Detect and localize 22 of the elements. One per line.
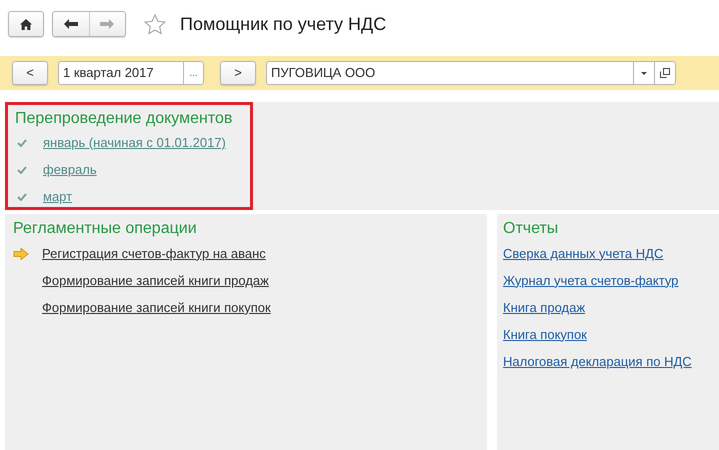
report-link[interactable]: Книга покупок xyxy=(503,324,587,344)
section-title: Отчеты xyxy=(503,219,560,239)
section-title: Регламентные операции xyxy=(13,219,198,239)
previous-period-button[interactable]: < xyxy=(12,61,48,85)
month-link[interactable]: февраль xyxy=(43,160,97,180)
operation-link[interactable]: Формирование записей книги покупок xyxy=(42,298,271,318)
section-title: Перепроведение документов xyxy=(15,109,234,129)
report-link[interactable]: Сверка данных учета НДС xyxy=(503,244,664,264)
operation-link[interactable]: Формирование записей книги продаж xyxy=(42,270,269,290)
window-title: Помощник по учету НДС xyxy=(180,12,386,36)
forward-arrow-icon xyxy=(100,19,114,29)
home-button[interactable] xyxy=(8,11,44,37)
operation-link[interactable]: Регистрация счетов-фактур на аванс xyxy=(42,244,266,264)
favorite-star-icon[interactable] xyxy=(144,14,166,34)
report-link[interactable]: Налоговая декларация по НДС xyxy=(503,352,692,372)
month-link[interactable]: март xyxy=(43,186,72,206)
next-period-button[interactable]: > xyxy=(220,61,256,85)
report-link[interactable]: Книга продаж xyxy=(503,298,586,318)
report-link[interactable]: Журнал учета счетов-фактур xyxy=(503,270,678,290)
month-link[interactable]: январь (начиная с 01.01.2017) xyxy=(43,132,226,152)
back-arrow-icon xyxy=(64,19,78,29)
home-icon xyxy=(20,18,32,30)
